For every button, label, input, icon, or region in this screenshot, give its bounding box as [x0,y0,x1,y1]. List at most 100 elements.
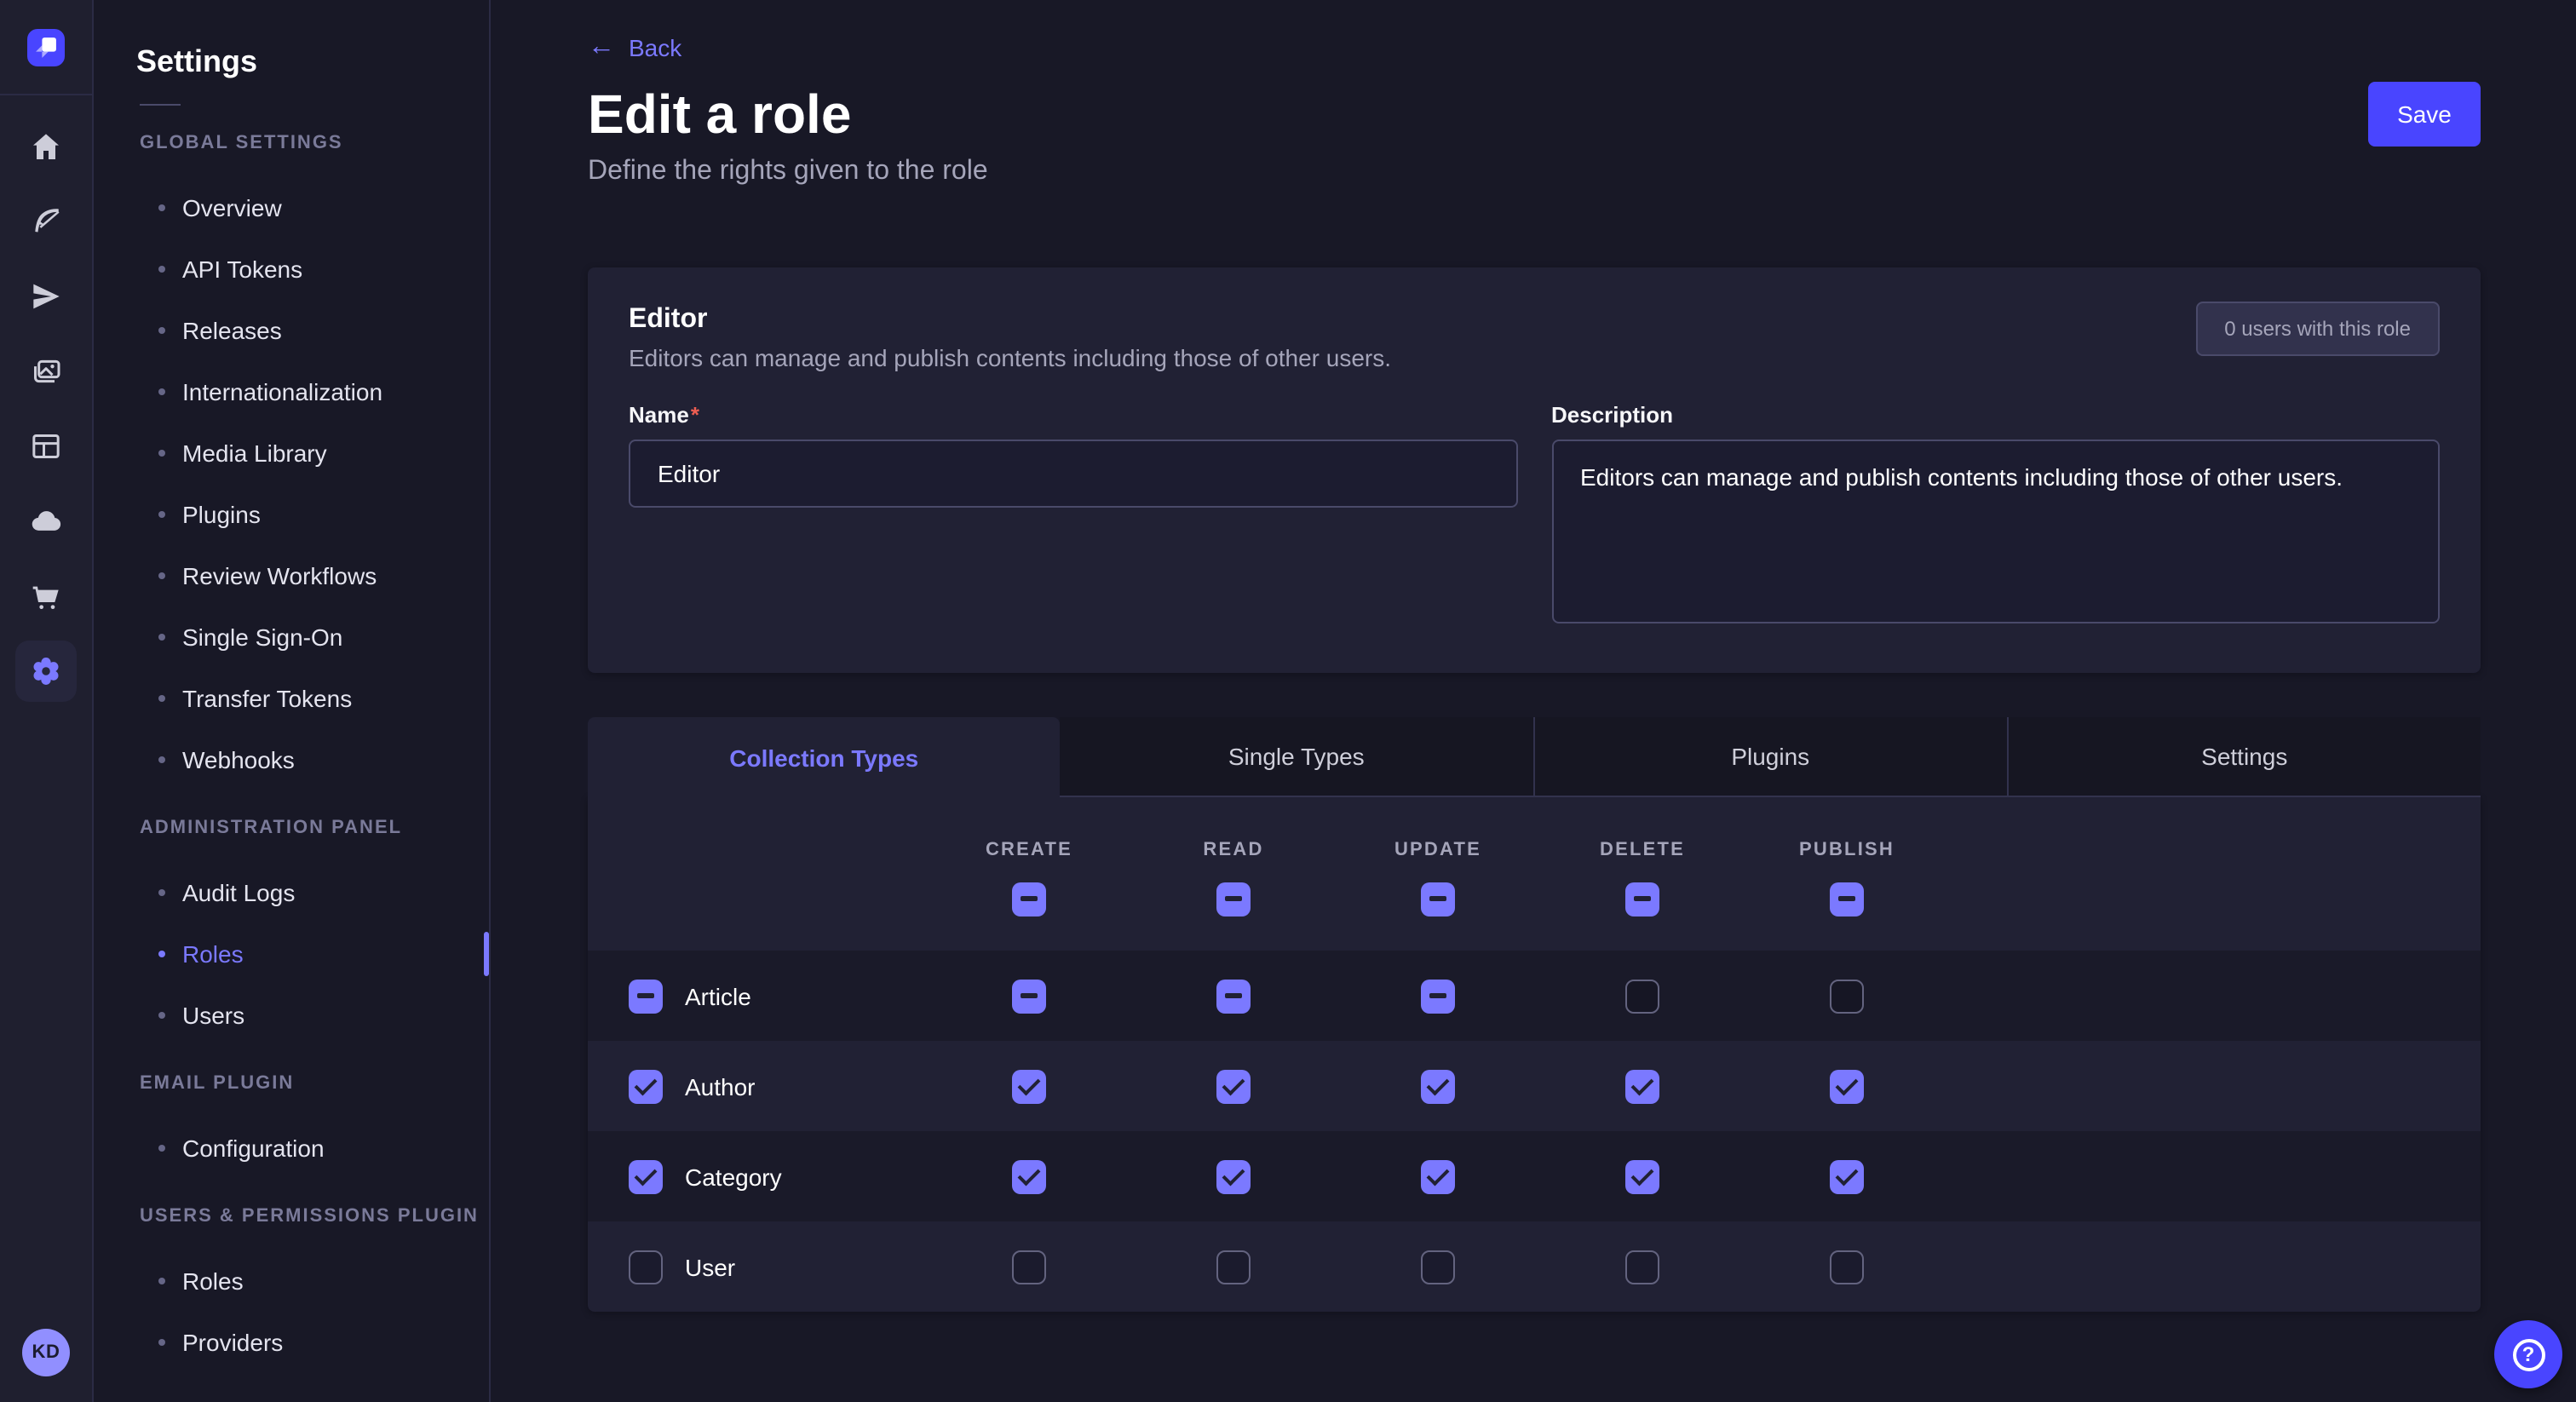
settings-sidebar: Settings GLOBAL SETTINGS Overview API To… [94,0,491,1402]
role-name-heading: Editor [629,305,1391,336]
row-select-all-checkbox[interactable] [629,1069,663,1103]
bullet-icon [158,572,165,579]
gear-icon[interactable] [15,641,77,702]
permission-checkbox[interactable] [1830,1069,1864,1103]
sidebar-item-label: Transfer Tokens [182,685,352,712]
back-label: Back [629,34,681,61]
permission-checkbox[interactable] [1012,1250,1046,1284]
media-icon[interactable] [15,341,77,402]
sidebar-item-label: Releases [182,317,282,344]
permission-column-header: Read [1131,797,1336,951]
tab-plugins[interactable]: Plugins [1532,717,2007,797]
role-details-card: Editor Editors can manage and publish co… [588,267,2481,673]
column-select-all-checkbox[interactable] [1421,882,1455,916]
row-select-all-checkbox[interactable] [629,1159,663,1193]
description-field-label: Description [1551,402,2440,428]
permission-checkbox[interactable] [1830,1250,1864,1284]
permission-checkbox[interactable] [1012,979,1046,1013]
permission-checkbox[interactable] [1216,1159,1251,1193]
permission-checkbox[interactable] [1216,1069,1251,1103]
bullet-icon [158,889,165,896]
sidebar-section-label: USERS & PERMISSIONS PLUGIN [140,1206,489,1230]
cart-icon[interactable] [15,566,77,627]
help-button[interactable]: ? [2494,1320,2562,1388]
sidebar-item-label: Single Sign-On [182,623,342,651]
sidebar-item-internationalization[interactable]: Internationalization [94,361,489,422]
user-avatar[interactable]: KD [22,1329,70,1376]
permission-checkbox[interactable] [1625,1069,1659,1103]
brand-area [0,0,92,95]
required-asterisk: * [691,402,699,428]
question-mark-icon: ? [2512,1338,2544,1370]
sidebar-section: GLOBAL SETTINGS Overview API Tokens Rele… [94,133,489,790]
send-icon[interactable] [15,266,77,327]
layout-icon[interactable] [15,416,77,477]
permission-checkbox[interactable] [1216,1250,1251,1284]
permission-checkbox[interactable] [1421,1250,1455,1284]
permissions-table-body: Article Author Category User [588,951,2481,1312]
back-link[interactable]: ← Back [588,34,681,61]
cloud-icon[interactable] [15,491,77,552]
column-select-all-checkbox[interactable] [1216,882,1251,916]
row-select-all-checkbox[interactable] [629,979,663,1013]
feather-icon[interactable] [15,191,77,252]
description-textarea[interactable] [1551,440,2440,623]
sidebar-item-api-tokens[interactable]: API Tokens [94,238,489,300]
sidebar-divider [140,104,181,106]
sidebar-item-single-sign-on[interactable]: Single Sign-On [94,606,489,668]
sidebar-item-webhooks[interactable]: Webhooks [94,729,489,790]
bullet-icon [158,1339,165,1346]
permission-checkbox[interactable] [1012,1159,1046,1193]
permission-checkbox[interactable] [1421,1159,1455,1193]
permission-checkbox[interactable] [1830,979,1864,1013]
bullet-icon [158,511,165,518]
sidebar-item-label: Providers [182,1329,283,1356]
name-input[interactable] [629,440,1517,508]
row-select-all-checkbox[interactable] [629,1250,663,1284]
sidebar-item-providers[interactable]: Providers [94,1312,489,1373]
sidebar-item-label: Internationalization [182,378,382,405]
sidebar-title: Settings [136,44,489,80]
column-select-all-checkbox[interactable] [1012,882,1046,916]
sidebar-item-transfer-tokens[interactable]: Transfer Tokens [94,668,489,729]
bullet-icon [158,1145,165,1152]
permission-checkbox[interactable] [1421,979,1455,1013]
sidebar-item-releases[interactable]: Releases [94,300,489,361]
permission-checkbox[interactable] [1216,979,1251,1013]
name-field-label: Name* [629,402,1517,428]
permission-row-category: Category [588,1131,2481,1221]
sidebar-item-media-library[interactable]: Media Library [94,422,489,484]
tab-settings[interactable]: Settings [2007,717,2481,797]
app: KD Settings GLOBAL SETTINGS Overview API… [0,0,2576,1402]
sidebar-section: USERS & PERMISSIONS PLUGIN Roles Provide… [94,1206,489,1373]
permission-checkbox[interactable] [1012,1069,1046,1103]
permission-checkbox[interactable] [1625,1159,1659,1193]
permission-checkbox[interactable] [1625,1250,1659,1284]
permission-checkbox[interactable] [1625,979,1659,1013]
sidebar-item-overview[interactable]: Overview [94,177,489,238]
sidebar-item-review-workflows[interactable]: Review Workflows [94,545,489,606]
sidebar-item-audit-logs[interactable]: Audit Logs [94,862,489,923]
bullet-icon [158,327,165,334]
sidebar-item-configuration[interactable]: Configuration [94,1118,489,1179]
permission-checkbox[interactable] [1421,1069,1455,1103]
content-type-label: User [685,1253,735,1280]
save-button[interactable]: Save [2368,82,2481,147]
sidebar-item-roles[interactable]: Roles [94,923,489,985]
tab-single-types[interactable]: Single Types [1061,717,1533,797]
sidebar-section: EMAIL PLUGIN Configuration [94,1073,489,1179]
permission-checkbox[interactable] [1830,1159,1864,1193]
tab-collection-types[interactable]: Collection Types [588,717,1061,797]
sidebar-item-roles[interactable]: Roles [94,1250,489,1312]
sidebar-item-label: Roles [182,940,244,968]
sidebar-item-label: Roles [182,1267,244,1295]
bullet-icon [158,266,165,273]
permission-column-header: Publish [1745,797,1949,951]
home-icon[interactable] [15,116,77,177]
users-with-role-badge[interactable]: 0 users with this role [2195,302,2440,356]
sidebar-item-plugins[interactable]: Plugins [94,484,489,545]
sidebar-item-users[interactable]: Users [94,985,489,1046]
strapi-logo-icon[interactable] [27,28,65,66]
column-select-all-checkbox[interactable] [1830,882,1864,916]
column-select-all-checkbox[interactable] [1625,882,1659,916]
